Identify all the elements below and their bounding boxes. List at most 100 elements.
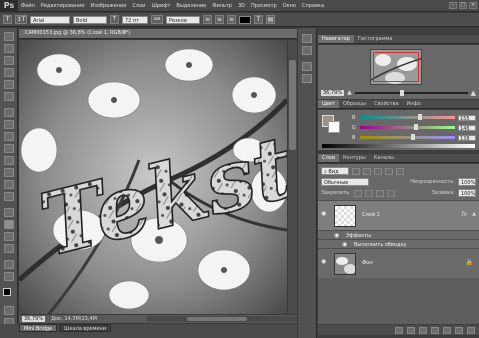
eyedropper-tool-icon[interactable] <box>4 92 14 101</box>
history-panel-icon[interactable] <box>302 34 312 43</box>
type-tool-icon[interactable]: T <box>3 15 12 24</box>
font-style-select[interactable]: Bold <box>73 15 107 24</box>
tab-color[interactable]: Цвет <box>318 100 339 108</box>
character-panel-icon[interactable] <box>302 62 312 71</box>
font-size-select[interactable]: 72 пт <box>122 15 148 24</box>
menu-layers[interactable]: Слои <box>129 3 148 9</box>
tab-layers[interactable]: Слои <box>318 154 339 162</box>
tab-mini-bridge[interactable]: Mini Bridge <box>19 324 58 332</box>
tab-timeline[interactable]: Шкала времени <box>59 324 111 332</box>
layer1-name[interactable]: Слой 1 <box>362 212 380 218</box>
document-size-info[interactable]: Док: 14,3М/23,4М <box>51 316 97 322</box>
character-panel-icon[interactable]: ▤ <box>266 15 275 24</box>
navigator-thumbnail[interactable] <box>370 49 422 85</box>
foreground-color-swatch[interactable] <box>3 288 11 296</box>
channel-r-slider[interactable] <box>360 114 455 120</box>
align-center-icon[interactable]: ≡ <box>215 15 224 24</box>
horizontal-scrollbar[interactable] <box>147 316 297 322</box>
quick-select-tool-icon[interactable] <box>4 68 14 77</box>
opacity-field[interactable]: 100% <box>458 178 476 186</box>
new-layer-icon[interactable] <box>455 326 463 334</box>
filter-shape-icon[interactable] <box>385 167 393 175</box>
tab-info[interactable]: Инфо <box>403 100 425 108</box>
text-color-swatch[interactable] <box>239 15 251 24</box>
dodge-tool-icon[interactable] <box>4 192 14 201</box>
lock-all-icon[interactable] <box>386 189 395 197</box>
lock-transparent-icon[interactable] <box>353 189 362 197</box>
delete-layer-icon[interactable] <box>467 326 475 334</box>
zoom-level-field[interactable]: 36,79% <box>22 316 46 322</box>
shape-tool-icon[interactable] <box>4 244 14 253</box>
menu-filter[interactable]: Фильтр <box>209 3 235 9</box>
marquee-tool-icon[interactable] <box>4 44 14 53</box>
menu-image[interactable]: Изображение <box>87 3 129 9</box>
filter-type-icon[interactable] <box>374 167 382 175</box>
tab-paths[interactable]: Контуры <box>339 154 370 162</box>
background-color-chip[interactable] <box>328 121 340 133</box>
channel-g-knob[interactable] <box>414 124 419 130</box>
navigator-zoom-knob[interactable] <box>399 89 404 96</box>
paragraph-panel-icon[interactable] <box>302 74 312 83</box>
menu-3d[interactable]: 3D <box>235 3 248 9</box>
history-brush-tool-icon[interactable] <box>4 144 14 153</box>
eraser-tool-icon[interactable] <box>4 156 14 165</box>
navigator-view-box[interactable] <box>373 52 419 82</box>
zoom-in-icon[interactable]: ▲ <box>471 89 476 97</box>
fill-field[interactable]: 100% <box>458 189 476 197</box>
effects-row[interactable]: ◉ Эффекты <box>318 230 479 239</box>
background-eye-icon[interactable]: ◉ <box>321 259 329 265</box>
channel-r-knob[interactable] <box>417 114 422 120</box>
warp-text-icon[interactable]: T <box>254 15 263 24</box>
add-style-icon[interactable] <box>407 326 415 334</box>
adjustment-layer-icon[interactable] <box>431 326 439 334</box>
layer-row-layer1[interactable]: ◉ Слой 1 fx ▲ <box>318 200 479 230</box>
healing-tool-icon[interactable] <box>4 108 14 117</box>
vertical-scrollbar[interactable] <box>288 40 297 314</box>
lock-pixels-icon[interactable] <box>364 189 373 197</box>
channel-r-value[interactable]: 155 <box>458 114 476 122</box>
background-layer-name[interactable]: Фон <box>362 260 373 266</box>
vertical-scroll-thumb[interactable] <box>289 60 296 150</box>
filter-adjust-icon[interactable] <box>363 167 371 175</box>
menu-window[interactable]: Окно <box>280 3 299 9</box>
brush-tool-icon[interactable] <box>4 120 14 129</box>
move-tool-icon[interactable] <box>4 32 14 41</box>
actions-panel-icon[interactable] <box>302 46 312 55</box>
antialias-select[interactable]: Резкое <box>166 15 200 24</box>
menu-help[interactable]: Справка <box>299 3 327 9</box>
filter-pixel-icon[interactable] <box>352 167 360 175</box>
text-orientation-icon[interactable]: ↕T <box>15 15 27 24</box>
document-tab[interactable]: CAM00153.jpg @ 36,8% (Слой 1, RGB/8*) × <box>19 29 297 39</box>
menu-select[interactable]: Выделение <box>173 3 209 9</box>
crop-tool-icon[interactable] <box>4 80 14 89</box>
font-family-select[interactable]: Arial <box>30 15 70 24</box>
quick-mask-icon[interactable] <box>4 306 14 315</box>
navigator-zoom-slider[interactable] <box>354 89 468 96</box>
lock-position-icon[interactable] <box>375 189 384 197</box>
stroke-effect-row[interactable]: ◉ Выполнить обводку <box>318 239 479 248</box>
tab-swatches[interactable]: Образцы <box>339 100 370 108</box>
hand-tool-icon[interactable] <box>4 260 14 269</box>
menu-edit[interactable]: Редактирование <box>38 3 88 9</box>
link-layers-icon[interactable] <box>395 326 403 334</box>
align-right-icon[interactable]: ≡ <box>227 15 236 24</box>
close-app-button[interactable]: × <box>469 2 477 9</box>
lasso-tool-icon[interactable] <box>4 56 14 65</box>
layer-filter-select[interactable]: ⌕ Вид <box>321 167 349 175</box>
channel-b-slider[interactable] <box>360 134 455 140</box>
channel-g-slider[interactable] <box>360 124 455 130</box>
new-group-icon[interactable] <box>443 326 451 334</box>
fx-icon[interactable]: fx <box>461 211 467 218</box>
channel-g-value[interactable]: 146 <box>458 124 476 132</box>
pen-tool-icon[interactable] <box>4 208 14 217</box>
menu-file[interactable]: Файл <box>18 3 38 9</box>
zoom-tool-icon[interactable] <box>4 272 14 281</box>
layer-row-background[interactable]: ◉ Фон 🔒 <box>318 248 479 278</box>
minimize-button[interactable]: – <box>449 2 457 9</box>
tab-properties[interactable]: Свойства <box>370 100 402 108</box>
zoom-out-icon[interactable]: ▲ <box>347 89 352 96</box>
stamp-tool-icon[interactable] <box>4 132 14 141</box>
align-left-icon[interactable]: ≡ <box>203 15 212 24</box>
expand-effects-icon[interactable]: ▲ <box>472 211 476 217</box>
maximize-button[interactable]: □ <box>459 2 467 9</box>
